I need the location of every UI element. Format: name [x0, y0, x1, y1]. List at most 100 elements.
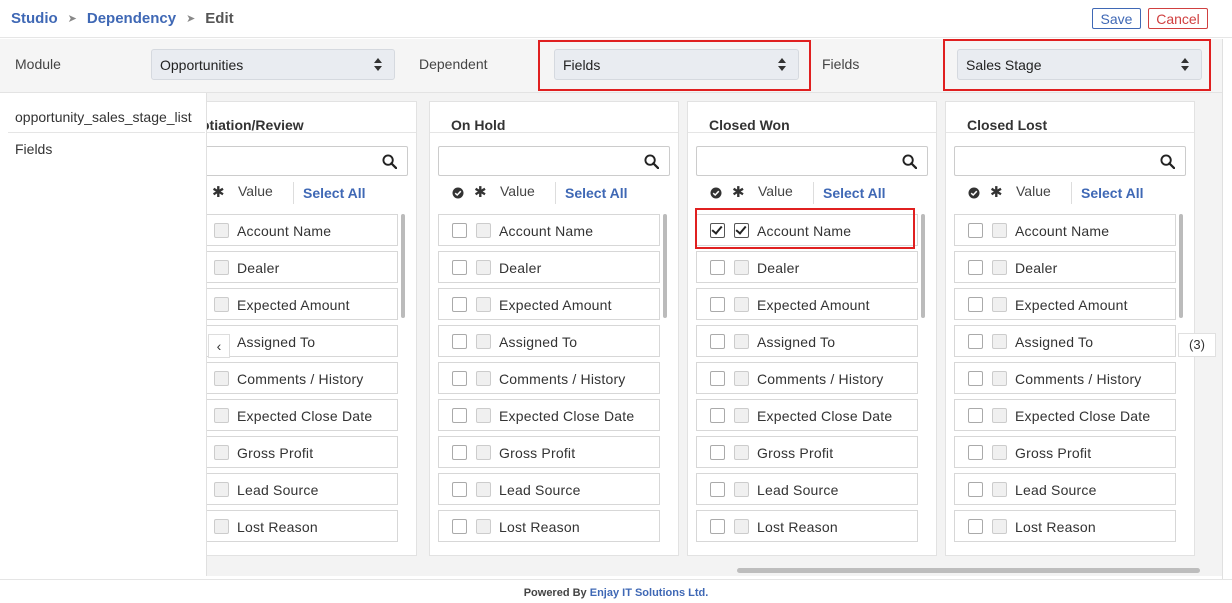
- breadcrumb-dependency[interactable]: Dependency: [87, 10, 176, 27]
- field-row[interactable]: Lead Source: [438, 473, 660, 505]
- vertical-scrollbar[interactable]: [921, 214, 925, 318]
- field-required-checkbox[interactable]: [476, 223, 491, 238]
- field-checkbox[interactable]: [452, 297, 467, 312]
- field-required-checkbox[interactable]: [734, 371, 749, 386]
- field-checkbox[interactable]: [968, 371, 983, 386]
- field-required-checkbox[interactable]: [992, 371, 1007, 386]
- field-checkbox[interactable]: [968, 519, 983, 534]
- field-row[interactable]: Dealer: [696, 251, 918, 283]
- field-row[interactable]: Expected Close Date: [696, 399, 918, 431]
- field-row[interactable]: Assigned To: [207, 325, 398, 357]
- select-all-link[interactable]: Select All: [303, 185, 366, 201]
- field-row[interactable]: Gross Profit: [696, 436, 918, 468]
- field-row[interactable]: Expected Close Date: [954, 399, 1176, 431]
- field-checkbox[interactable]: [968, 297, 983, 312]
- horizontal-scrollbar[interactable]: [737, 568, 1200, 573]
- field-required-checkbox[interactable]: [214, 371, 229, 386]
- module-select[interactable]: Opportunities: [151, 49, 395, 80]
- footer-brand[interactable]: Enjay IT Solutions Ltd.: [590, 587, 709, 599]
- select-all-link[interactable]: Select All: [823, 185, 886, 201]
- column-search-input[interactable]: [954, 146, 1186, 176]
- field-required-checkbox[interactable]: [992, 334, 1007, 349]
- field-row[interactable]: Assigned To: [954, 325, 1176, 357]
- field-row[interactable]: Expected Close Date: [207, 399, 398, 431]
- field-checkbox[interactable]: [452, 260, 467, 275]
- field-required-checkbox[interactable]: [476, 519, 491, 534]
- column-search-input[interactable]: [696, 146, 928, 176]
- field-checkbox[interactable]: [710, 519, 725, 534]
- field-required-checkbox[interactable]: [476, 482, 491, 497]
- field-checkbox[interactable]: [968, 334, 983, 349]
- field-row[interactable]: Lost Reason: [696, 510, 918, 542]
- field-required-checkbox[interactable]: [214, 260, 229, 275]
- field-row[interactable]: Dealer: [207, 251, 398, 283]
- field-checkbox[interactable]: [710, 260, 725, 275]
- field-row[interactable]: Lead Source: [696, 473, 918, 505]
- field-checkbox[interactable]: [452, 371, 467, 386]
- field-checkbox[interactable]: [968, 445, 983, 460]
- field-required-checkbox[interactable]: [992, 297, 1007, 312]
- field-row[interactable]: Gross Profit: [207, 436, 398, 468]
- sidebar-item-fields[interactable]: Fields: [15, 141, 52, 157]
- field-required-checkbox[interactable]: [734, 445, 749, 460]
- field-required-checkbox[interactable]: [476, 260, 491, 275]
- field-checkbox[interactable]: [710, 408, 725, 423]
- field-required-checkbox[interactable]: [992, 408, 1007, 423]
- column-search-input[interactable]: [438, 146, 670, 176]
- field-row[interactable]: Gross Profit: [954, 436, 1176, 468]
- field-checkbox[interactable]: [452, 445, 467, 460]
- field-required-checkbox[interactable]: [734, 408, 749, 423]
- field-required-checkbox[interactable]: [214, 408, 229, 423]
- field-row[interactable]: Expected Amount: [954, 288, 1176, 320]
- field-required-checkbox[interactable]: [476, 371, 491, 386]
- field-row[interactable]: Comments / History: [696, 362, 918, 394]
- field-row[interactable]: Assigned To: [438, 325, 660, 357]
- field-row[interactable]: Account Name: [207, 214, 398, 246]
- field-row[interactable]: Expected Amount: [438, 288, 660, 320]
- field-checkbox[interactable]: [710, 445, 725, 460]
- field-required-checkbox[interactable]: [476, 445, 491, 460]
- field-checkbox[interactable]: [710, 371, 725, 386]
- field-required-checkbox[interactable]: [214, 297, 229, 312]
- field-row[interactable]: Comments / History: [207, 362, 398, 394]
- save-button[interactable]: Save: [1092, 8, 1141, 29]
- field-row[interactable]: Account Name: [954, 214, 1176, 246]
- field-row[interactable]: Comments / History: [438, 362, 660, 394]
- column-search-input[interactable]: [207, 146, 408, 176]
- vertical-scrollbar[interactable]: [1179, 214, 1183, 318]
- field-checkbox[interactable]: [452, 519, 467, 534]
- field-checkbox[interactable]: [710, 297, 725, 312]
- field-required-checkbox[interactable]: [734, 519, 749, 534]
- field-required-checkbox[interactable]: [476, 408, 491, 423]
- field-required-checkbox[interactable]: [734, 482, 749, 497]
- field-checkbox[interactable]: [710, 482, 725, 497]
- select-all-link[interactable]: Select All: [1081, 185, 1144, 201]
- field-required-checkbox[interactable]: [214, 519, 229, 534]
- scroll-left-button[interactable]: ‹: [208, 334, 230, 358]
- field-required-checkbox[interactable]: [992, 445, 1007, 460]
- field-row[interactable]: Gross Profit: [438, 436, 660, 468]
- field-checkbox[interactable]: [452, 482, 467, 497]
- field-required-checkbox[interactable]: [214, 482, 229, 497]
- field-row[interactable]: Lost Reason: [438, 510, 660, 542]
- field-row[interactable]: Lead Source: [207, 473, 398, 505]
- field-checkbox[interactable]: [968, 482, 983, 497]
- field-row[interactable]: Lost Reason: [207, 510, 398, 542]
- cancel-button[interactable]: Cancel: [1148, 8, 1208, 29]
- field-required-checkbox[interactable]: [476, 297, 491, 312]
- field-checkbox[interactable]: [452, 408, 467, 423]
- field-row[interactable]: Account Name: [438, 214, 660, 246]
- field-checkbox[interactable]: [710, 334, 725, 349]
- field-checkbox[interactable]: [452, 334, 467, 349]
- field-required-checkbox[interactable]: [476, 334, 491, 349]
- breadcrumb-studio[interactable]: Studio: [11, 10, 58, 27]
- field-required-checkbox[interactable]: [214, 223, 229, 238]
- field-required-checkbox[interactable]: [214, 445, 229, 460]
- field-row[interactable]: Expected Amount: [696, 288, 918, 320]
- field-required-checkbox[interactable]: [992, 519, 1007, 534]
- field-row[interactable]: Expected Amount: [207, 288, 398, 320]
- field-checkbox[interactable]: [968, 260, 983, 275]
- field-checkbox[interactable]: [968, 223, 983, 238]
- field-row[interactable]: Comments / History: [954, 362, 1176, 394]
- field-checkbox[interactable]: [452, 223, 467, 238]
